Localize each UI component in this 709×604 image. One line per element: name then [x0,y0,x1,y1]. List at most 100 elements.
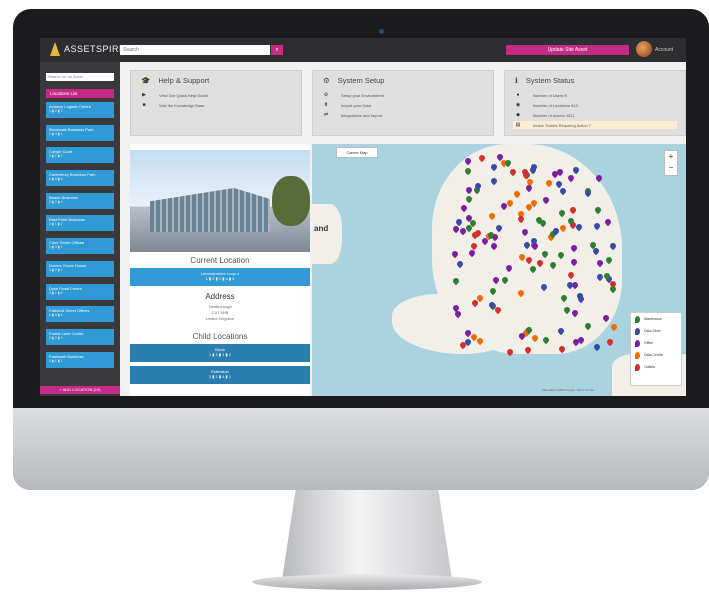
sidebar-item-counts: 2 ▮ 2 ▮ 3 [49,335,63,340]
system-setup-panel: ⚙ System Setup ⚙ Setup your Environment ⬆ I… [312,70,494,136]
legend-label: Warehouse [644,317,662,321]
app-name: ASSETSPIRE [64,44,126,54]
sidebar-item-counts: 4 ▮ 1 ▮ 2 [49,222,63,227]
sidebar-item[interactable]: Forest Lane Centre 2 ▮ 2 ▮ 3 [46,328,114,345]
search-icon: ⌕ [275,47,279,53]
sidebar-item[interactable]: Beach Business 2 ▮ 2 ▮ 4 [46,192,114,209]
legend-item: Data Store [631,325,681,337]
child-location-item[interactable]: Extension 2 ▮ 1 ▮ 4 ▮ 1 [130,366,310,384]
current-location-bar[interactable]: Leicestershire Loop 1 1 ▮ 2 ▮ 1 ▮ 4 ▮ 3 [130,268,310,286]
play-icon: ▶ [142,92,146,98]
pin-icon [635,327,640,335]
setup-row[interactable]: ⇄ Integrations and Import [321,111,485,119]
help-row[interactable]: ■ Visit the Knowledge Base [139,101,293,109]
map-pin-icon[interactable] [605,338,615,347]
user-menu[interactable]: Account [655,47,673,53]
map-type-button[interactable]: Carrier Map [336,147,378,158]
top-bar: ASSETSPIRE ⌕ Update Site Asset Account [40,38,686,62]
monitor-stand [282,490,452,580]
search-input[interactable] [120,45,270,55]
map-pin-icon[interactable] [592,342,602,351]
map-land-wales-southwest [392,294,522,354]
logo-icon [50,42,60,56]
map[interactable]: and Carrier Map + − Warehouse Data Store… [312,144,686,396]
panel-title-setup: ⚙ System Setup [323,76,384,85]
pin-icon [635,339,640,347]
status-row[interactable]: ● Number of Users 8 [513,91,677,99]
status-row[interactable]: ◆ Number of Assets 4221 [513,111,677,119]
location-icon: ◉ [515,102,521,108]
sidebar-item[interactable]: East Point Business 4 ▮ 1 ▮ 2 [46,215,114,232]
help-row-label: Visit the Knowledge Base [159,102,205,108]
sidebar-item[interactable]: Aviation Logistic Centre 1 ▮ 2 ▮ 3 [46,102,114,118]
legend-label: Data Centre [644,353,663,357]
info-icon: ℹ [515,76,518,85]
camera-icon [379,29,384,34]
legend-item: Warehouse [631,313,681,325]
app-logo[interactable]: ASSETSPIRE [50,42,126,56]
current-location-title: Current Location [190,256,250,265]
zoom-out-button[interactable]: − [665,162,677,173]
sidebar-item-counts: 1 ▮ 5 ▮ 3 [49,177,63,182]
help-support-panel: 🎓 Help & Support ▶ View Our Quick Help Gui… [130,70,302,136]
sidebar-item-counts: 3 ▮ 1 ▮ 2 [49,154,63,159]
address-line: United Kingdom [205,316,235,321]
legend-item: Outlets [631,361,681,373]
app-screen: ASSETSPIRE ⌕ Update Site Asset Account S… [40,38,686,396]
help-row-label: View Our Quick Help Guide [159,92,208,98]
panel-title-help: 🎓 Help & Support [141,76,209,85]
legend-label: Data Store [644,329,661,333]
sidebar-item-counts: 3 ▮ 1 ▮ 1 [49,358,63,363]
panel-title-status: ℹ System Status [515,76,574,85]
help-rows: ▶ View Our Quick Help Guide ■ Visit the Kn… [139,91,293,111]
location-photo [130,150,310,252]
legend-label: Office [644,341,654,345]
sidebar-item[interactable]: Canterbury Business Park 1 ▮ 5 ▮ 3 [46,170,114,187]
sidebar-item[interactable]: Dovers Grove House 3 ▮ 2 ▮ 2 [46,260,114,277]
sidebar-item[interactable]: Dyke Road Centre 2 ▮ 1 ▮ 5 [46,283,114,300]
help-title-text: Help & Support [158,76,210,85]
setup-rows: ⚙ Setup your Environment ⬆ Import your Dat… [321,91,485,121]
zoom-control: + − [664,150,678,176]
update-site-asset-button[interactable]: Update Site Asset [506,45,629,55]
child-location-item[interactable]: Block 1 ▮ 3 ▮ 1 ▮ 2 [130,344,310,362]
legend-item: Office [631,337,681,349]
pin-icon [635,351,640,359]
current-location-counts: 1 ▮ 2 ▮ 1 ▮ 4 ▮ 3 [205,276,235,281]
map-attribution: Map data ©2018 Google, Terms of Use [542,388,595,392]
help-row[interactable]: ▶ View Our Quick Help Guide [139,91,293,99]
status-row[interactable]: ◉ Number of Locations 513 [513,101,677,109]
pin-icon [635,363,640,371]
status-title-text: System Status [525,76,575,85]
location-details: Current Location Leicestershire Loop 1 1… [130,144,310,396]
legend-item: Data Centre [631,349,681,361]
address-line: CV7 8HB [211,310,229,315]
sidebar-item[interactable]: Frankwell Business 3 ▮ 1 ▮ 1 [46,351,114,368]
sidebar-item[interactable]: Brookvale Business Park 2 ▮ 4 ▮ 1 [46,124,114,141]
legend-label: Outlets [644,365,656,369]
sidebar-item-counts: 1 ▮ 4 ▮ 2 [49,313,63,318]
search-button[interactable]: ⌕ [271,45,283,55]
sidebar-header[interactable]: Locations List [46,89,114,98]
zoom-in-button[interactable]: + [665,151,677,162]
add-location-button[interactable]: + ADD LOCATION (10) [40,386,120,394]
sidebar-search-input[interactable]: Search for an Asset [46,73,114,81]
avatar[interactable] [636,41,652,57]
gear-icon: ⚙ [323,92,329,98]
setup-row[interactable]: ⚙ Setup your Environment [321,91,485,99]
status-row-alert[interactable]: ▤ Active Tickets Requiring Action 7 [513,121,677,129]
map-pin-icon[interactable] [609,322,619,331]
sidebar-item[interactable]: Falkland Street Offices 1 ▮ 4 ▮ 2 [46,306,114,323]
setup-row[interactable]: ⬆ Import your Data [321,101,485,109]
exchange-icon: ⇄ [323,112,329,118]
sidebar-item[interactable]: Clare Street Offices 1 ▮ 3 ▮ 1 [46,238,114,255]
sidebar-item-counts: 2 ▮ 2 ▮ 4 [49,199,63,204]
status-row-label: Number of Users 8 [533,92,567,98]
tree-image [272,176,310,226]
sidebar-item-counts: 1 ▮ 3 ▮ 1 [49,245,63,250]
setup-row-label: Import your Data [341,102,371,108]
status-row-label: Number of Assets 4221 [533,112,575,118]
sidebar-item-counts: 2 ▮ 1 ▮ 5 [49,290,63,295]
sidebar-item[interactable]: Carlyle Court 3 ▮ 1 ▮ 2 [46,147,114,164]
child-location-counts: 2 ▮ 1 ▮ 4 ▮ 1 [208,374,232,379]
